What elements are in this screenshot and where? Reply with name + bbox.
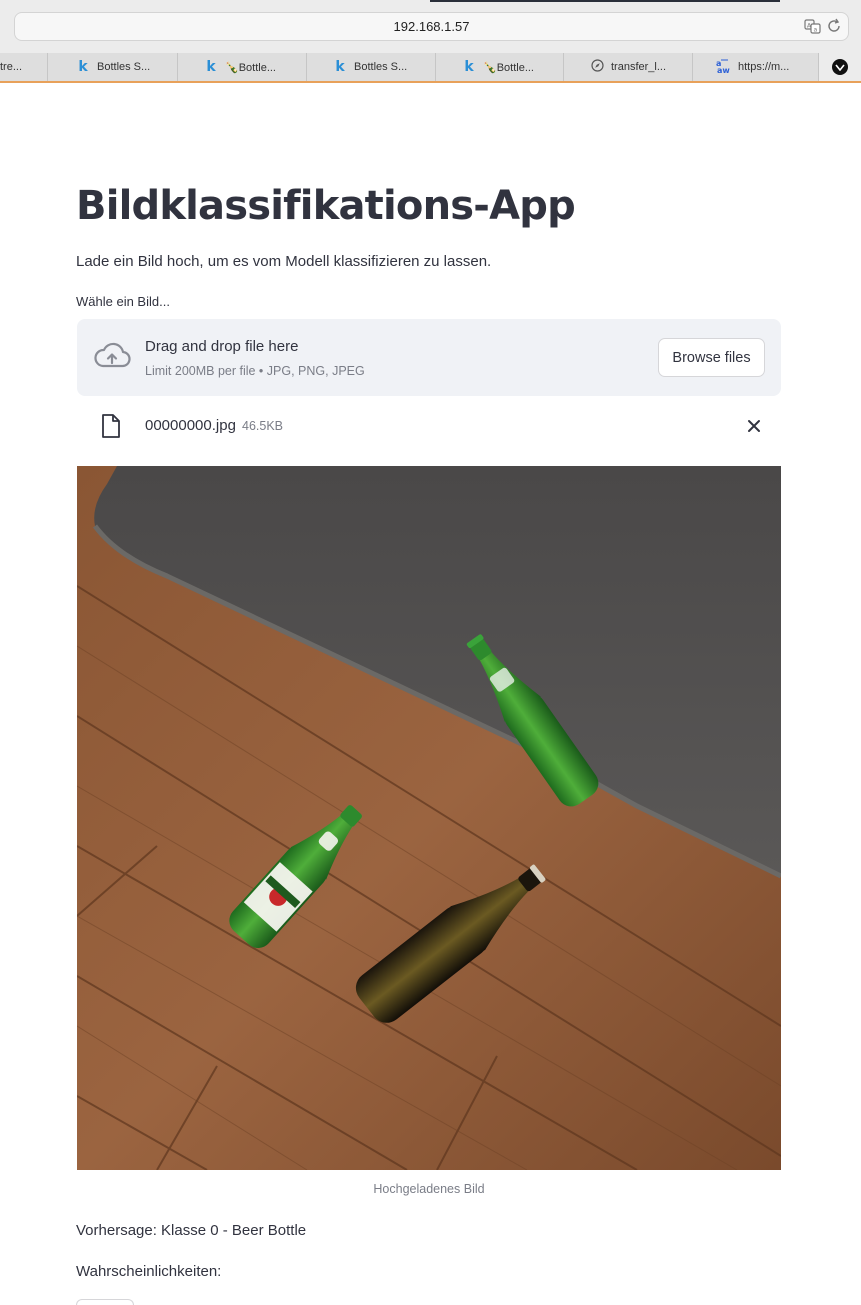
extension-button[interactable] — [819, 53, 861, 81]
page-title: Bildklassifikations-App — [76, 183, 576, 229]
uploaded-file-row: 00000000.jpg 46.5KB — [77, 408, 781, 446]
browse-files-button[interactable]: Browse files — [658, 338, 765, 377]
reload-icon[interactable] — [826, 16, 842, 36]
cloud-upload-icon — [93, 341, 131, 371]
tab-2[interactable]: k Bottles S... — [48, 53, 178, 81]
address-bar[interactable]: 192.168.1.57 Aa — [14, 12, 849, 41]
uploaded-image — [77, 466, 781, 1170]
tab-1[interactable]: tre... — [0, 53, 48, 81]
kaggle-icon: k — [206, 59, 216, 75]
window-top-line — [430, 0, 780, 2]
tab-3[interactable]: k 🍾Bottle... — [178, 53, 307, 81]
file-dropzone[interactable]: Drag and drop file here Limit 200MB per … — [77, 319, 781, 396]
uploader-label: Wähle ein Bild... — [76, 294, 170, 309]
aw-icon: a aw — [716, 59, 732, 76]
extension-icon — [832, 59, 848, 75]
tab-strip: tre... k Bottles S... k 🍾Bottle... k Bot… — [0, 53, 861, 81]
image-caption: Hochgeladenes Bild — [373, 1182, 485, 1196]
tab-6[interactable]: transfer_l... — [564, 53, 693, 81]
tab-7[interactable]: a aw https://m... — [693, 53, 819, 81]
tab-label: 🍾Bottle... — [483, 61, 534, 74]
dropzone-limit: Limit 200MB per file • JPG, PNG, JPEG — [145, 364, 365, 378]
kaggle-icon: k — [335, 59, 345, 75]
browser-chrome: 192.168.1.57 Aa tre... k Bottles S... k … — [0, 0, 861, 83]
remove-file-close-icon[interactable] — [744, 416, 764, 436]
tab-label: Bottles S... — [354, 61, 408, 73]
probabilities-widget-top — [76, 1299, 134, 1305]
tab-label: https://m... — [738, 61, 790, 73]
address-text[interactable]: 192.168.1.57 — [15, 19, 848, 34]
svg-text:a: a — [814, 27, 818, 34]
probabilities-label: Wahrscheinlichkeiten: — [76, 1263, 222, 1280]
page-subtitle: Lade ein Bild hoch, um es vom Modell kla… — [76, 253, 492, 270]
tab-label: transfer_l... — [611, 61, 667, 73]
file-size: 46.5KB — [242, 419, 284, 433]
translate-icon[interactable]: Aa — [804, 18, 822, 35]
dropzone-title: Drag and drop file here — [145, 338, 299, 355]
compass-icon — [589, 59, 605, 75]
tab-4[interactable]: k Bottles S... — [307, 53, 436, 81]
tab-label: 🍾Bottle... — [225, 61, 276, 74]
tab-label: tre... — [0, 61, 23, 73]
tab-label: Bottles S... — [97, 61, 151, 73]
svg-text:aw: aw — [717, 66, 730, 73]
tab-5[interactable]: k 🍾Bottle... — [436, 53, 564, 81]
kaggle-icon: k — [78, 59, 88, 75]
file-name: 00000000.jpg — [145, 417, 236, 434]
kaggle-icon: k — [464, 59, 474, 75]
file-icon — [100, 413, 122, 439]
prediction-text: Vorhersage: Klasse 0 - Beer Bottle — [76, 1222, 307, 1239]
